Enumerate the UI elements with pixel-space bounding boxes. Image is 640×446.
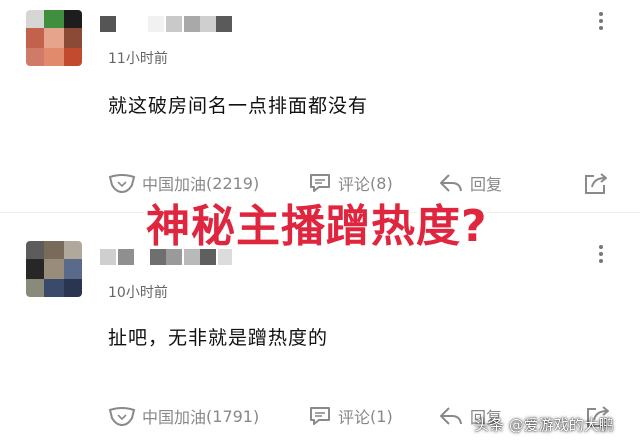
comment-text: 扯吧，无非就是蹭热度的 — [108, 327, 329, 349]
more-vertical-icon[interactable] — [592, 10, 610, 32]
comment-item-1: 11小时前 就这破房间名一点排面都没有 中国加油 (2219) 评论 (8) 回… — [0, 0, 640, 212]
username-pixelated[interactable] — [100, 16, 234, 34]
overlay-headline: 神秘主播蹭热度? — [146, 201, 488, 252]
share-button[interactable] — [582, 168, 616, 198]
more-vertical-icon[interactable] — [592, 243, 610, 265]
comment-label: 评论 — [338, 408, 371, 427]
like-count: (1791) — [206, 406, 260, 426]
mask-like-icon — [108, 407, 136, 427]
comment-time: 11小时前 — [108, 51, 168, 67]
speech-bubble-icon — [310, 407, 330, 425]
reply-arrow-icon — [440, 407, 462, 425]
like-label: 中国加油 — [142, 408, 207, 427]
mask-like-icon — [108, 174, 136, 194]
avatar[interactable] — [26, 10, 82, 66]
comment-time: 10小时前 — [108, 285, 168, 301]
share-icon — [585, 173, 607, 194]
like-button[interactable]: 中国加油 (1791) — [108, 401, 259, 431]
source-watermark: 头条 @爱游戏的大鹏 — [474, 416, 614, 434]
comment-text: 就这破房间名一点排面都没有 — [108, 95, 369, 117]
comment-button[interactable]: 评论 (1) — [308, 401, 393, 431]
avatar[interactable] — [26, 241, 82, 297]
comment-count: (1) — [370, 406, 393, 426]
